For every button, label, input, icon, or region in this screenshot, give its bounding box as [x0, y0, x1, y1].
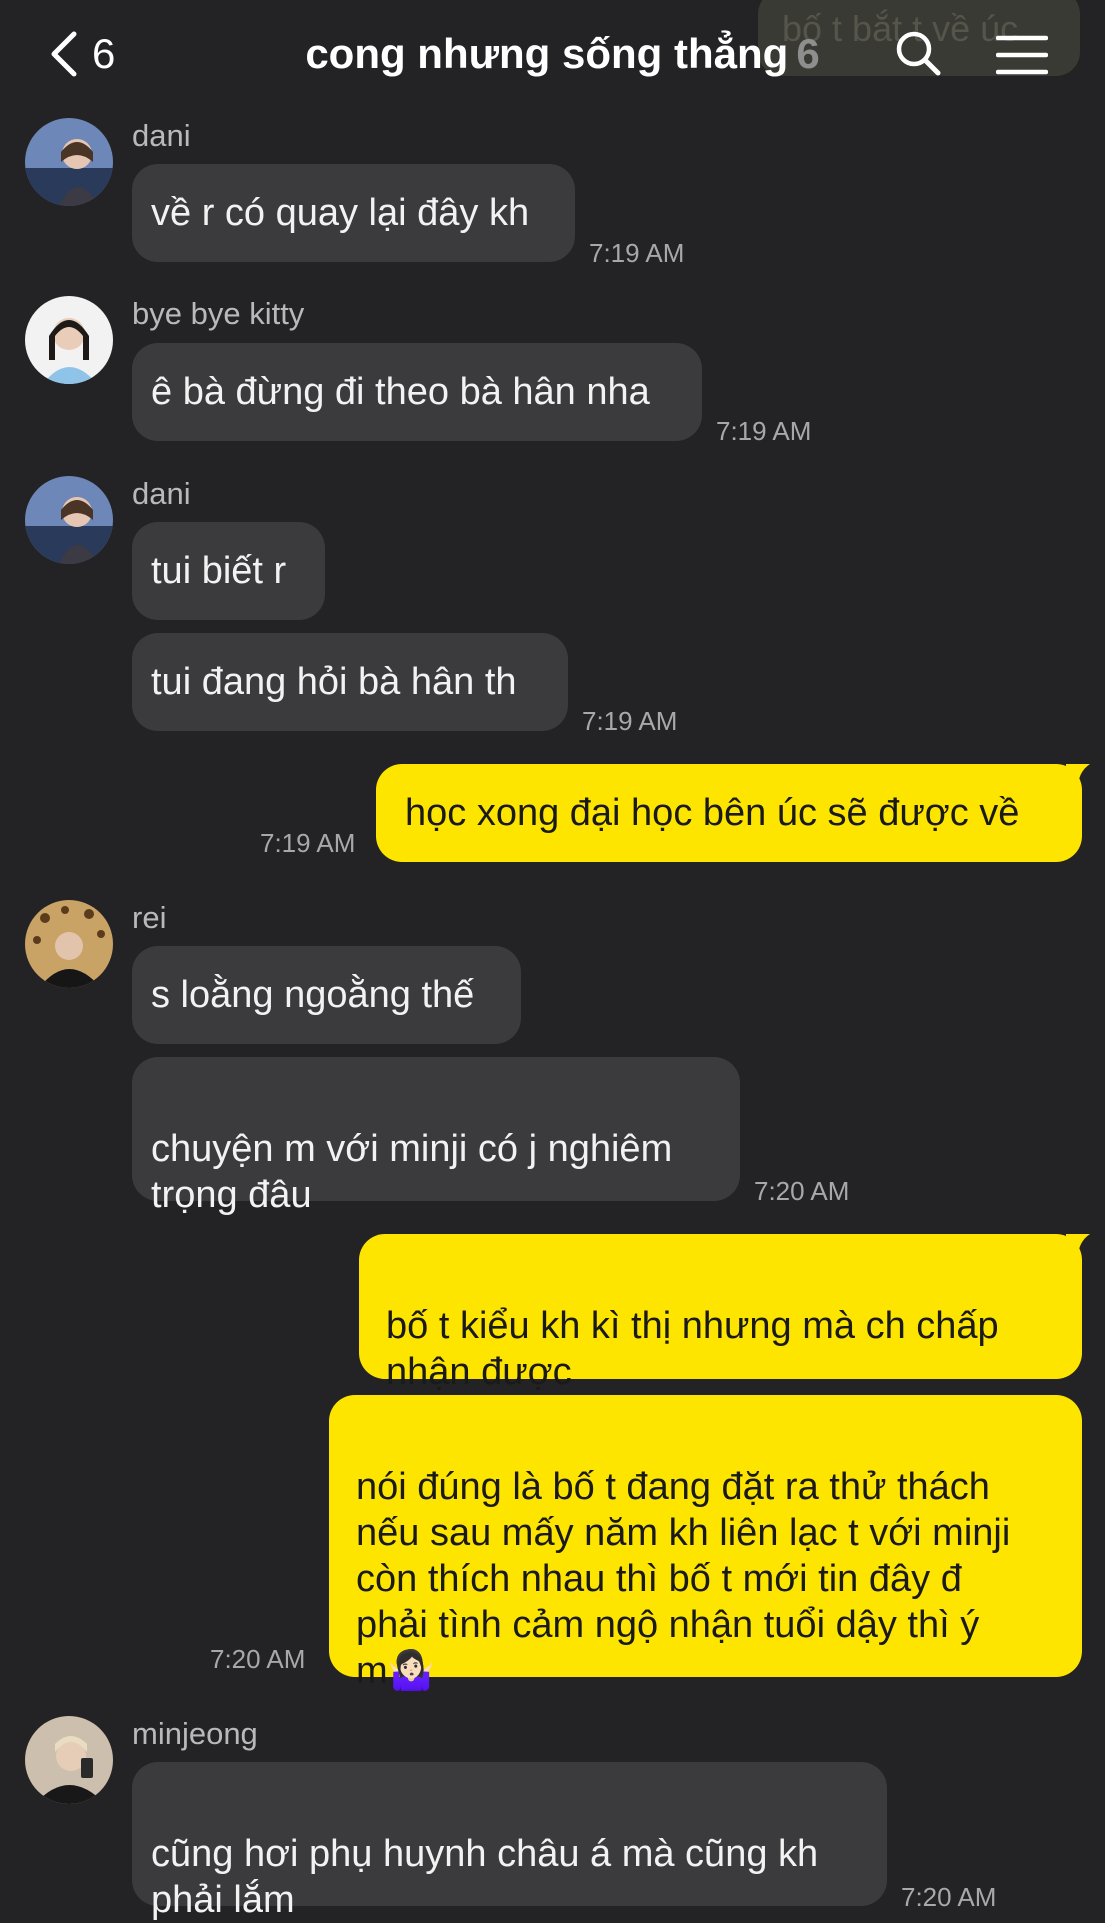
incoming-message-bubble[interactable]: tui đang hỏi bà hân th	[132, 633, 568, 731]
incoming-message-bubble[interactable]: chuyện m với minji có j nghiêm trọng đâu	[132, 1057, 740, 1216]
avatar-photo-icon	[25, 476, 113, 564]
incoming-message-bubble[interactable]: ê bà đừng đi theo bà hân nha	[132, 343, 702, 441]
search-icon	[896, 31, 941, 76]
avatar[interactable]	[25, 296, 113, 384]
hamburger-menu-icon	[995, 35, 1049, 75]
avatar-photo-icon	[25, 118, 113, 206]
sender-name: bye bye kitty	[132, 296, 305, 331]
message-text: s loằng ngoằng thế	[151, 974, 475, 1016]
avatar[interactable]	[25, 900, 113, 988]
message-text: chuyện m với minji có j nghiêm trọng đâu	[151, 1128, 673, 1216]
chat-header: bố t bắt t về úc 6 cong nhưng sống thẳng…	[0, 0, 1105, 110]
incoming-message-bubble[interactable]: cũng hơi phụ huynh châu á mà cũng kh phả…	[132, 1762, 887, 1921]
avatar-photo-icon	[25, 900, 113, 988]
search-button[interactable]	[893, 28, 943, 83]
sender-name: minjeong	[132, 1716, 258, 1751]
sender-name: dani	[132, 476, 191, 511]
message-timestamp: 7:19 AM	[589, 238, 685, 268]
avatar[interactable]	[25, 476, 113, 564]
menu-button[interactable]	[995, 34, 1049, 81]
incoming-message-bubble[interactable]: s loằng ngoằng thế	[132, 946, 521, 1044]
avatar[interactable]	[25, 118, 113, 206]
message-text: học xong đại học bên úc sẽ được về	[405, 792, 1020, 834]
message-text: tui đang hỏi bà hân th	[151, 661, 517, 703]
sender-name: dani	[132, 118, 191, 153]
message-text: tui biết r	[151, 550, 287, 592]
sender-name: rei	[132, 900, 167, 935]
incoming-message-bubble[interactable]: về r có quay lại đây kh	[132, 164, 575, 262]
message-text: nói đúng là bố t đang đặt ra thử thách n…	[356, 1466, 1011, 1692]
chat-title-text: cong nhưng sống thẳng	[305, 30, 789, 77]
message-text: cũng hơi phụ huynh châu á mà cũng kh phả…	[151, 1833, 819, 1921]
message-timestamp: 7:19 AM	[716, 416, 812, 446]
message-text: ê bà đừng đi theo bà hân nha	[151, 371, 650, 413]
bubble-tail-icon	[1066, 1234, 1090, 1258]
outgoing-message-bubble[interactable]: bố t kiểu kh kì thị nhưng mà ch chấp nhậ…	[359, 1234, 1082, 1393]
outgoing-message-bubble[interactable]: học xong đại học bên úc sẽ được về	[376, 764, 1082, 862]
bubble-tail-icon	[1066, 764, 1090, 788]
message-timestamp: 7:19 AM	[582, 706, 678, 736]
message-text: bố t kiểu kh kì thị nhưng mà ch chấp nhậ…	[386, 1305, 999, 1393]
message-text: về r có quay lại đây kh	[151, 192, 530, 234]
avatar[interactable]	[25, 1716, 113, 1804]
member-count: 6	[796, 30, 820, 77]
message-timestamp: 7:20 AM	[754, 1176, 850, 1206]
incoming-message-bubble[interactable]: tui biết r	[132, 522, 325, 620]
avatar-photo-icon	[25, 296, 113, 384]
message-timestamp: 7:19 AM	[260, 828, 356, 858]
avatar-photo-icon	[25, 1716, 113, 1804]
message-timestamp: 7:20 AM	[901, 1882, 997, 1912]
outgoing-message-bubble[interactable]: nói đúng là bố t đang đặt ra thử thách n…	[329, 1395, 1082, 1692]
message-timestamp: 7:20 AM	[210, 1644, 306, 1674]
